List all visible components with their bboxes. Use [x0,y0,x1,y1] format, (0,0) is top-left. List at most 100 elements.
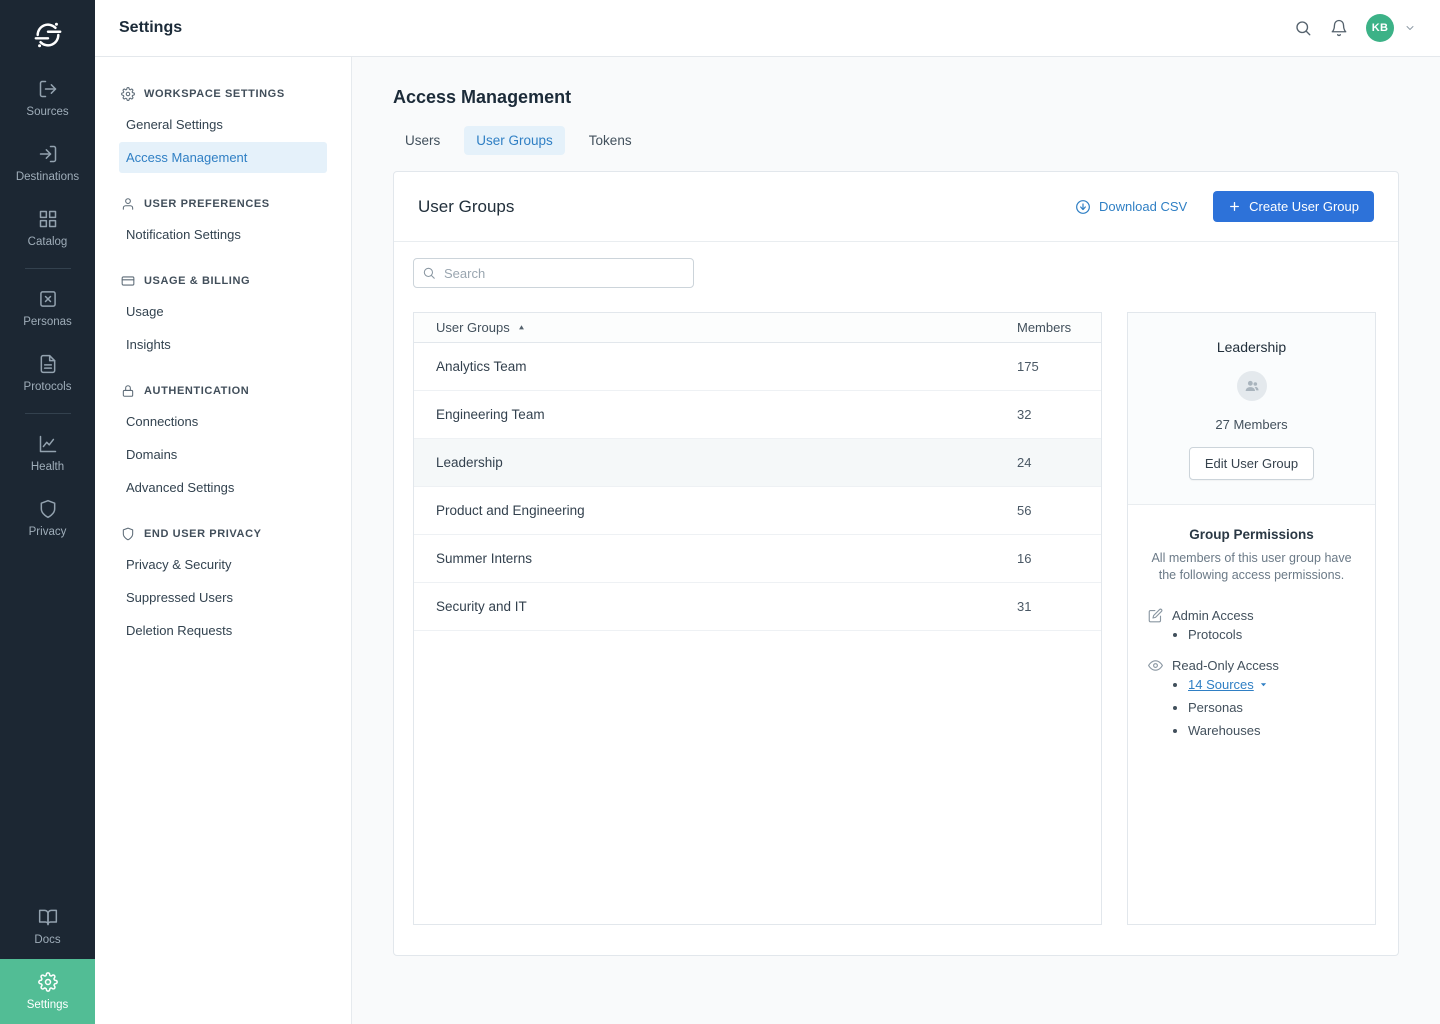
table-row-security-and-it[interactable]: Security and IT31 [414,583,1101,631]
user-groups-table: User Groups Members Analytics Team175Eng… [413,312,1102,925]
admin-access-label: Admin Access [1172,608,1254,623]
nav-label-privacy: Privacy [29,526,67,538]
nav-rail-items: Sources Destinations Catalog Personas Protoc… [0,66,95,1024]
tabs: Users User Groups Tokens [393,126,1399,155]
group-members-cell: 31 [1017,599,1081,614]
nav-label-protocols: Protocols [24,381,72,393]
table-row-analytics-team[interactable]: Analytics Team175 [414,343,1101,391]
group-name-cell: Summer Interns [436,551,532,566]
nav-privacy[interactable]: Privacy [0,486,95,551]
tab-user-groups[interactable]: User Groups [464,126,565,155]
column-header-members[interactable]: Members [1017,320,1081,335]
nav-label-destinations: Destinations [16,171,79,183]
nav-section-label: WORKSPACE SETTINGS [144,88,285,100]
nav-section-usage-billing: USAGE & BILLINGUsageInsights [119,272,327,360]
settings-nav-insights[interactable]: Insights [119,329,327,360]
nav-section-title-authentication: AUTHENTICATION [119,382,327,406]
column-header-user-groups[interactable]: User Groups [436,320,526,335]
group-members-icon [1244,378,1260,394]
nav-label-docs: Docs [34,934,60,946]
segment-logo-icon[interactable] [33,20,63,50]
edit-access-icon [1148,608,1163,623]
nav-section-label: USER PREFERENCES [144,198,270,210]
expand-sources-caret-icon [1259,680,1268,689]
search-icon [422,266,436,280]
shield-icon [121,527,135,541]
nav-section-title-end-user-privacy: END USER PRIVACY [119,525,327,549]
nav-personas[interactable]: Personas [0,276,95,341]
card-header: User Groups Download CSV Create User Gro… [394,172,1398,242]
personas-icon [38,289,58,309]
rail-divider [25,268,71,269]
gear-icon [38,972,58,992]
settings-nav-advanced-settings[interactable]: Advanced Settings [119,472,327,503]
nav-section-title-workspace-settings: WORKSPACE SETTINGS [119,85,327,109]
settings-nav-deletion-requests[interactable]: Deletion Requests [119,615,327,646]
group-member-count: 27 Members [1215,417,1287,432]
group-members-cell: 32 [1017,407,1081,422]
readonly-access-label: Read-Only Access [1172,658,1279,673]
search-icon[interactable] [1294,19,1312,37]
protocols-icon [38,354,58,374]
nav-section-workspace-settings: WORKSPACE SETTINGS General SettingsAccess… [119,85,327,173]
page-title: Settings [119,19,182,37]
catalog-icon [38,209,58,229]
nav-protocols[interactable]: Protocols [0,341,95,406]
settings-nav-privacy-security[interactable]: Privacy & Security [119,549,327,580]
readonly-access-item-14-sources: 14 Sources [1188,677,1355,692]
readonly-access-item-link-14-sources[interactable]: 14 Sources [1188,677,1268,692]
main-content: Access Management UsersUser GroupsTokens… [352,57,1440,1024]
link-label: 14 Sources [1188,677,1254,692]
rail-divider [25,413,71,414]
card-icon [121,274,135,288]
settings-nav-notification-settings[interactable]: Notification Settings [119,219,327,250]
nav-health[interactable]: Health [0,421,95,486]
settings-nav-domains[interactable]: Domains [119,439,327,470]
user-groups-card: User Groups Download CSV Create User Gro… [393,171,1399,956]
edit-user-group-button[interactable]: Edit User Group [1189,447,1314,480]
table-row-product-and-engineering[interactable]: Product and Engineering56 [414,487,1101,535]
plus-icon [1228,200,1241,213]
settings-nav-suppressed-users[interactable]: Suppressed Users [119,582,327,613]
create-user-group-button[interactable]: Create User Group [1213,191,1374,222]
nav-catalog[interactable]: Catalog [0,196,95,261]
table-header: User Groups Members [414,313,1101,343]
group-members-cell: 175 [1017,359,1081,374]
download-csv-label: Download CSV [1099,199,1187,214]
table-row-engineering-team[interactable]: Engineering Team32 [414,391,1101,439]
create-user-group-label: Create User Group [1249,199,1359,214]
group-name-cell: Leadership [436,455,503,470]
permissions-description: All members of this user group have the … [1148,550,1355,584]
group-search-input[interactable] [413,258,694,288]
nav-label-personas: Personas [23,316,72,328]
readonly-access-item-warehouses: Warehouses [1188,723,1355,738]
settings-nav-usage[interactable]: Usage [119,296,327,327]
table-row-summer-interns[interactable]: Summer Interns 16 [414,535,1101,583]
table-body: Analytics Team175Engineering Team32Leade… [414,343,1101,631]
nav-rail: Sources Destinations Catalog Personas Protoc… [0,0,95,1024]
table-row-leadership[interactable]: Leadership24 [414,439,1101,487]
settings-nav-access-management[interactable]: Access Management [119,142,327,173]
lock-icon [121,384,135,398]
group-detail-summary: Leadership 27 Members Edit User Group [1128,313,1375,505]
settings-nav-general-settings[interactable]: General Settings [119,109,327,140]
tab-tokens[interactable]: Tokens [577,126,644,155]
notifications-bell-icon[interactable] [1330,19,1348,37]
chevron-down-icon[interactable] [1404,22,1416,34]
group-name-cell: Product and Engineering [436,503,585,518]
nav-sources[interactable]: Sources [0,66,95,131]
nav-settings[interactable]: Settings [0,959,95,1024]
nav-section-end-user-privacy: END USER PRIVACYPrivacy & SecuritySuppre… [119,525,327,646]
group-members-cell: 16 [1017,551,1081,566]
nav-docs[interactable]: Docs [0,894,95,959]
settings-nav-connections[interactable]: Connections [119,406,327,437]
user-avatar[interactable]: KB [1366,14,1394,42]
admin-access-header: Admin Access [1148,608,1355,623]
sort-ascending-icon [517,323,526,332]
nav-section-label: AUTHENTICATION [144,385,249,397]
download-csv-link[interactable]: Download CSV [1075,199,1187,215]
tab-users[interactable]: Users [393,126,452,155]
nav-destinations[interactable]: Destinations [0,131,95,196]
nav-label-settings: Settings [27,999,69,1011]
permissions-title: Group Permissions [1148,527,1355,542]
